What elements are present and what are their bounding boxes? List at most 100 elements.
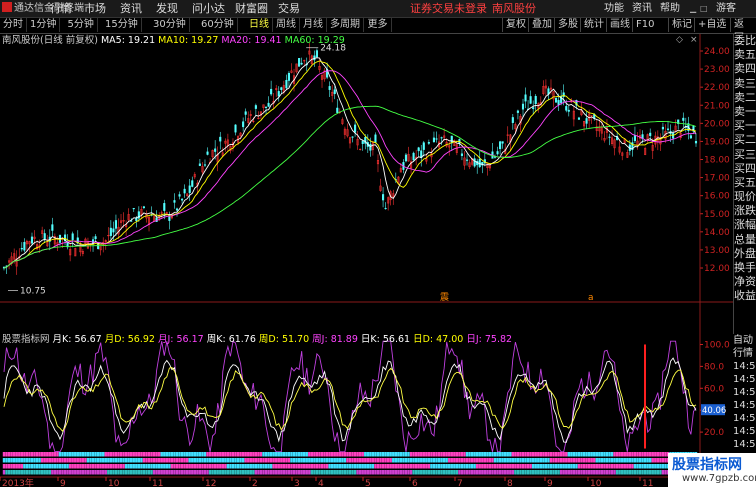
status-strip xyxy=(51,458,54,463)
sidebar-12[interactable]: 涨跌 xyxy=(734,204,756,218)
status-strip xyxy=(468,458,471,463)
sidebar-16[interactable]: 换手 xyxy=(734,261,756,275)
sidebar-0[interactable]: 委比 xyxy=(734,34,756,48)
toolbar-返回[interactable]: 返回 xyxy=(730,18,756,44)
status-strip xyxy=(521,464,525,469)
status-strip xyxy=(374,452,377,457)
sidebar-8[interactable]: 买三 xyxy=(734,148,756,162)
sidebar-4[interactable]: 卖二 xyxy=(734,91,756,105)
status-strip xyxy=(20,470,24,475)
toolbar-多股[interactable]: 多股 xyxy=(554,18,581,32)
status-strip xyxy=(196,464,199,469)
period-4[interactable]: 30分钟 xyxy=(150,18,190,32)
status-strip xyxy=(348,452,352,457)
tick-time: 14:50 xyxy=(733,400,756,411)
status-strip xyxy=(593,452,596,457)
toolbar-F10[interactable]: F10 xyxy=(632,18,657,32)
period-6[interactable]: 日线 xyxy=(246,18,273,32)
status-strip xyxy=(188,464,191,469)
guest-label[interactable]: 游客 xyxy=(716,1,736,16)
period-10[interactable]: 更多 xyxy=(365,18,392,32)
status-strip xyxy=(213,464,217,469)
indicator-title[interactable]: 股票指标网 xyxy=(2,334,50,345)
sidebar-18[interactable]: 收益 xyxy=(734,289,756,303)
sidebar-14[interactable]: 总量 xyxy=(734,233,756,247)
status-strip xyxy=(86,452,90,457)
sidebar-5[interactable]: 卖一 xyxy=(734,105,756,119)
toolbar-画线[interactable]: 画线 xyxy=(606,18,633,32)
status-strip xyxy=(330,458,334,463)
status-strip xyxy=(259,470,263,475)
status-strip xyxy=(216,452,219,457)
current-stock[interactable]: 南风股份 xyxy=(492,1,536,16)
status-strip xyxy=(155,452,158,457)
status-strip xyxy=(30,458,34,463)
toolbar-叠加[interactable]: 叠加 xyxy=(528,18,555,32)
period-8[interactable]: 月线 xyxy=(300,18,327,32)
period-1[interactable]: 1分钟 xyxy=(27,18,61,32)
status-strip xyxy=(486,464,489,469)
menu-item[interactable]: 问小达 xyxy=(192,1,225,16)
status-strip xyxy=(376,458,380,463)
status-strip xyxy=(351,470,354,475)
status-strip xyxy=(341,452,344,457)
sidebar-13[interactable]: 涨幅 xyxy=(734,218,756,232)
status-strip xyxy=(336,470,339,475)
period-7[interactable]: 周线 xyxy=(273,18,300,32)
menu-news[interactable]: 资讯 xyxy=(632,1,652,16)
period-9[interactable]: 多周期 xyxy=(327,18,364,32)
menu-item[interactable]: 行情 xyxy=(50,1,72,16)
period-5[interactable]: 60分钟 xyxy=(198,18,238,32)
sidebar-1[interactable]: 卖五 xyxy=(734,48,756,62)
status-strip xyxy=(122,452,125,457)
period-0[interactable]: 分时 xyxy=(0,18,27,32)
toolbar-+自选[interactable]: +自选 xyxy=(694,18,729,32)
main-chart-info: 南风股份(日线 前复权) MA5: 19.21 MA10: 19.27 MA20… xyxy=(2,35,345,47)
status-strip xyxy=(244,458,247,463)
sidebar-7[interactable]: 买二 xyxy=(734,133,756,147)
status-strip xyxy=(132,464,135,469)
menu-item[interactable]: 交易 xyxy=(278,1,300,16)
period-3[interactable]: 15分钟 xyxy=(102,18,142,32)
sidebar-10[interactable]: 买五 xyxy=(734,176,756,190)
sidebar-11[interactable]: 现价 xyxy=(734,190,756,204)
menu-item[interactable]: 资讯 xyxy=(120,1,142,16)
toolbar-复权[interactable]: 复权 xyxy=(502,18,529,32)
sidebar-2[interactable]: 卖四 xyxy=(734,62,756,76)
chart-area[interactable]: 24.00 23.00 22.00 21.00 20.00 19.00 18.00 17.00… xyxy=(0,34,733,487)
sidebar-15[interactable]: 外盘 xyxy=(734,247,756,261)
status-strip xyxy=(231,458,235,463)
status-strip xyxy=(397,470,400,475)
menu-item[interactable]: 市场 xyxy=(84,1,106,16)
status-strip xyxy=(364,452,367,457)
chart-close-icon[interactable]: × xyxy=(690,35,698,45)
login-status[interactable]: 证券交易未登录 xyxy=(410,1,487,16)
maximize-icon[interactable]: □ xyxy=(700,1,708,16)
status-strip xyxy=(521,458,525,463)
menu-function[interactable]: 功能 xyxy=(604,1,624,16)
sidebar-3[interactable]: 卖三 xyxy=(734,77,756,91)
period-2[interactable]: 5分钟 xyxy=(65,18,98,32)
status-strip xyxy=(654,458,657,463)
status-strip xyxy=(468,470,471,475)
toolbar-标记[interactable]: 标记 xyxy=(668,18,695,32)
minimize-icon[interactable]: ▁ xyxy=(690,1,696,16)
menu-item[interactable]: 财富圈 xyxy=(235,1,268,16)
status-strip xyxy=(506,464,509,469)
toolbar-统计[interactable]: 统计 xyxy=(580,18,607,32)
chart-settings-icon[interactable]: ◇ xyxy=(676,35,683,45)
status-strip xyxy=(84,452,87,457)
status-strip xyxy=(570,464,573,469)
sidebar-9[interactable]: 买四 xyxy=(734,162,756,176)
status-strip xyxy=(180,464,184,469)
status-strip xyxy=(211,458,214,463)
status-strip xyxy=(46,464,49,469)
status-strip xyxy=(501,452,504,457)
status-strip xyxy=(142,470,146,475)
status-strip xyxy=(221,452,224,457)
sidebar-17[interactable]: 净资 xyxy=(734,275,756,289)
sidebar-6[interactable]: 买一 xyxy=(734,119,756,133)
menu-item[interactable]: 发现 xyxy=(156,1,178,16)
status-strip xyxy=(142,464,146,469)
menu-help[interactable]: 帮助 xyxy=(660,1,680,16)
